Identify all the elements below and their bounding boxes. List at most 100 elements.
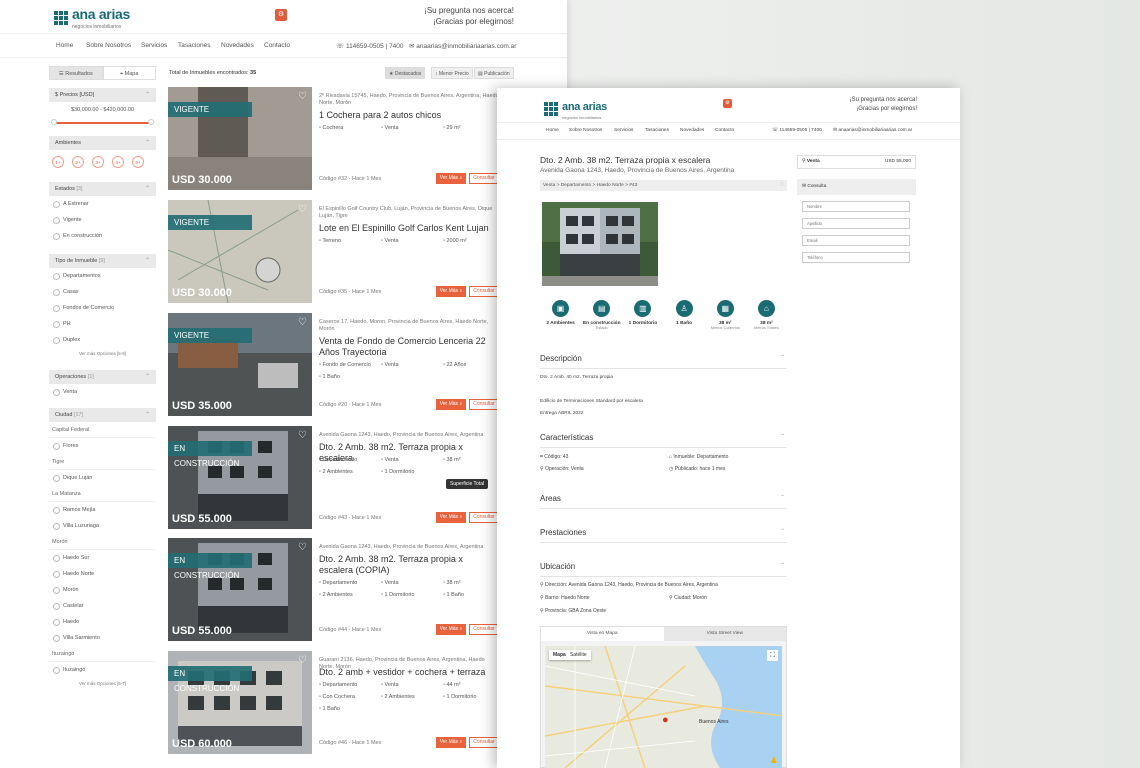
nav-tasaciones[interactable]: Tasaciones bbox=[645, 128, 669, 133]
heart-icon[interactable]: ♡ bbox=[298, 542, 307, 553]
amb-4[interactable]: 4+ bbox=[112, 156, 124, 168]
ciudad-option[interactable]: Morón bbox=[49, 582, 156, 598]
consultar-button[interactable]: Consultar bbox=[469, 173, 499, 184]
filter-estados[interactable]: Estados [3] bbox=[49, 182, 156, 196]
heart-icon[interactable]: ♡ bbox=[298, 430, 307, 441]
estado-option[interactable]: A Estrenar bbox=[49, 196, 156, 212]
property-photo[interactable] bbox=[542, 202, 658, 286]
card-title[interactable]: 1 Cochera para 2 autos chicos bbox=[319, 110, 499, 121]
estado-option[interactable]: Vigente bbox=[49, 212, 156, 228]
ciudad-option[interactable]: Haedo Sur bbox=[49, 550, 156, 566]
fullscreen-icon[interactable]: ⛶ bbox=[767, 650, 778, 661]
card-title[interactable]: Dto. 2 Amb. 38 m2. Terraza propia x esca… bbox=[319, 554, 499, 576]
map-canvas[interactable]: Mapa Satélite ⛶ ● Buenos Aires ♟ bbox=[545, 646, 782, 768]
estado-option[interactable]: En construcción bbox=[49, 228, 156, 244]
ciudad-option[interactable]: Haedo Norte bbox=[49, 566, 156, 582]
amb-5[interactable]: 5+ bbox=[132, 156, 144, 168]
ciudad-option[interactable]: Ramos Mejía bbox=[49, 502, 156, 518]
filter-precio[interactable]: $ Precios [USD] bbox=[49, 88, 156, 102]
tab-resultados[interactable]: ☰ Resultados bbox=[49, 66, 103, 80]
heart-icon[interactable]: ♡ bbox=[298, 91, 307, 102]
section-areas[interactable]: Areas bbox=[540, 494, 787, 509]
filter-operaciones[interactable]: Operaciones [1] bbox=[49, 370, 156, 384]
section-ubicacion[interactable]: Ubicación bbox=[540, 562, 787, 577]
ciudad-option[interactable]: Villa Sarmiento bbox=[49, 630, 156, 646]
heart-icon[interactable]: ♡ bbox=[780, 180, 784, 191]
section-prestaciones[interactable]: Prestaciones bbox=[540, 528, 787, 543]
nav-sobre[interactable]: Sobre Nosotros bbox=[86, 42, 131, 49]
pegman-icon[interactable]: ♟ bbox=[770, 755, 778, 766]
telefono-field[interactable]: Teléfono bbox=[802, 252, 910, 263]
nav-servicios[interactable]: Servicios bbox=[141, 42, 167, 49]
ver-mas-button[interactable]: Ver Más ⌕ bbox=[436, 286, 466, 297]
operacion-option[interactable]: Venta bbox=[49, 384, 156, 400]
nav-home[interactable]: Home bbox=[56, 42, 73, 49]
heart-icon[interactable]: ♡ bbox=[298, 317, 307, 328]
nav-contacto[interactable]: Contacto bbox=[264, 42, 290, 49]
ciudad-group[interactable]: Tigre bbox=[49, 454, 156, 470]
sort-menor-precio[interactable]: ↕ Menor Precio bbox=[431, 67, 473, 79]
consultar-button[interactable]: Consultar bbox=[469, 624, 499, 635]
amb-2[interactable]: 2+ bbox=[72, 156, 84, 168]
card-title[interactable]: Lote en El Espinillo Golf Carlos Kent Lu… bbox=[319, 223, 499, 234]
ciudad-option[interactable]: Castelar bbox=[49, 598, 156, 614]
nav-tasaciones[interactable]: Tasaciones bbox=[178, 42, 211, 49]
tab-mapa[interactable]: ⌖ Mapa bbox=[102, 66, 156, 80]
ciudad-option[interactable]: Villa Luzuriaga bbox=[49, 518, 156, 534]
tipo-option[interactable]: Fondos de Comercio bbox=[49, 300, 156, 316]
sort-destacados[interactable]: ★ Destacados bbox=[385, 67, 426, 79]
card-title[interactable]: Dto. 2 amb + vestidor + cochera + terraz… bbox=[319, 667, 499, 678]
map-pin-icon[interactable]: ● bbox=[662, 714, 669, 726]
nav-novedades[interactable]: Novedades bbox=[680, 128, 704, 133]
nav-sobre[interactable]: Sobre Nosotros bbox=[569, 128, 602, 133]
nav-novedades[interactable]: Novedades bbox=[221, 42, 254, 49]
nav-home[interactable]: Home bbox=[546, 128, 559, 133]
nav-contacto[interactable]: Contacto bbox=[715, 128, 734, 133]
ciudad-group[interactable]: La Matanza bbox=[49, 486, 156, 502]
tipo-option[interactable]: Casas bbox=[49, 284, 156, 300]
card-title[interactable]: Venta de Fondo de Comercio Lenceria 22 A… bbox=[319, 336, 499, 358]
ciudad-group[interactable]: Morón bbox=[49, 534, 156, 550]
ver-mas-button[interactable]: Ver Más ⌕ bbox=[436, 173, 466, 184]
map-type-toggle[interactable]: Mapa Satélite bbox=[549, 650, 591, 660]
logo[interactable]: ana arias negocios inmobiliarios bbox=[544, 97, 607, 120]
amb-3[interactable]: 3+ bbox=[92, 156, 104, 168]
ver-mas-button[interactable]: Ver Más ⌕ bbox=[436, 737, 466, 748]
filter-ambientes[interactable]: Ambientes bbox=[49, 136, 156, 150]
email-field[interactable]: Email bbox=[802, 235, 910, 246]
more-options-link[interactable]: Ver más Opciones [5-7] bbox=[49, 678, 156, 690]
amb-1[interactable]: 1+ bbox=[52, 156, 64, 168]
logo[interactable]: ana arias negocios inmobiliarios bbox=[54, 6, 130, 30]
ver-mas-button[interactable]: Ver Más ⌕ bbox=[436, 399, 466, 410]
tab-street-view[interactable]: Vista Street View bbox=[663, 627, 786, 641]
ver-mas-button[interactable]: Ver Más ⌕ bbox=[436, 512, 466, 523]
gear-icon[interactable]: ⚙ bbox=[723, 99, 732, 108]
price-slider[interactable] bbox=[49, 118, 156, 128]
apellido-field[interactable]: Apellido bbox=[802, 218, 910, 229]
ciudad-group[interactable]: Ituzaingó bbox=[49, 646, 156, 662]
tab-mapa[interactable]: Vista en Mapa bbox=[541, 627, 664, 641]
consultar-button[interactable]: Consultar bbox=[469, 399, 499, 410]
section-descripcion[interactable]: Descripción bbox=[540, 354, 787, 369]
tipo-option[interactable]: Duplex bbox=[49, 332, 156, 348]
ciudad-group[interactable]: Capital Federal bbox=[49, 422, 156, 438]
tipo-option[interactable]: PH bbox=[49, 316, 156, 332]
filter-tipo[interactable]: Tipo de Inmueble [9] bbox=[49, 254, 156, 268]
more-options-link[interactable]: Ver más Opciones [5-9] bbox=[49, 348, 156, 360]
gear-icon[interactable]: ⚙ bbox=[275, 9, 287, 21]
ver-mas-button[interactable]: Ver Más ⌕ bbox=[436, 624, 466, 635]
ciudad-option[interactable]: Flores bbox=[49, 438, 156, 454]
consultar-button[interactable]: Consultar bbox=[469, 286, 499, 297]
ciudad-option[interactable]: Haedo bbox=[49, 614, 156, 630]
ciudad-option[interactable]: Dique Luján bbox=[49, 470, 156, 486]
consultar-button[interactable]: Consultar bbox=[469, 737, 499, 748]
filter-ciudad[interactable]: Ciudad [17] bbox=[49, 408, 156, 422]
heart-icon[interactable]: ♡ bbox=[298, 204, 307, 215]
nav-servicios[interactable]: Servicios bbox=[614, 128, 633, 133]
consultar-button[interactable]: Consultar bbox=[469, 512, 499, 523]
heart-icon[interactable]: ♡ bbox=[298, 655, 307, 666]
ciudad-option[interactable]: Ituzaingó bbox=[49, 662, 156, 678]
tipo-option[interactable]: Departamentos bbox=[49, 268, 156, 284]
nombre-field[interactable]: Nombre bbox=[802, 201, 910, 212]
sort-publicacion[interactable]: ▤ Publicación bbox=[474, 67, 514, 79]
